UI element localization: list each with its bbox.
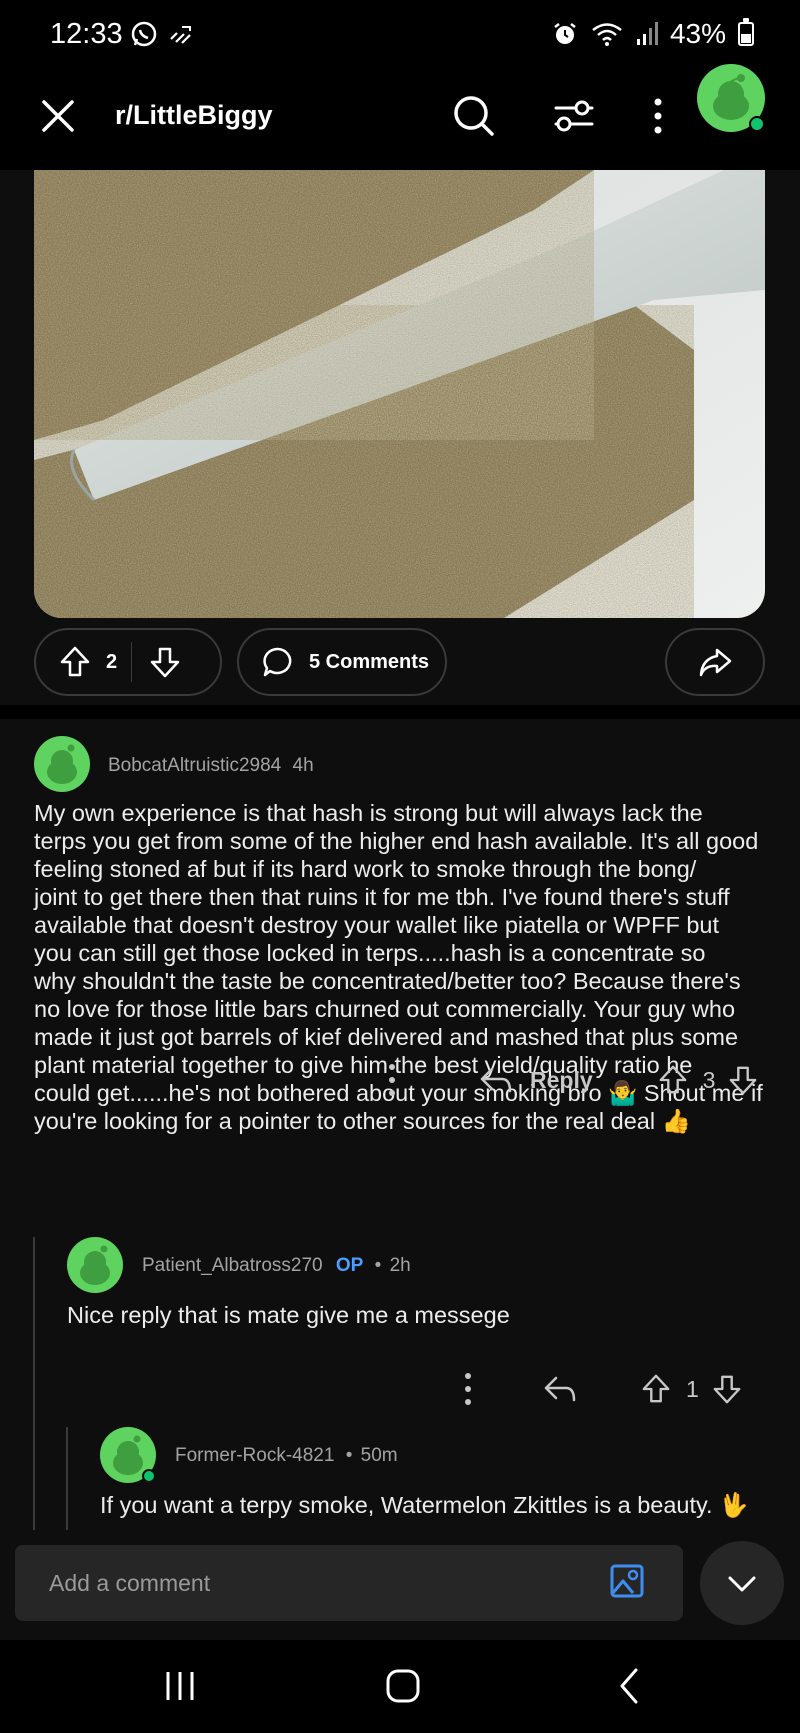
collapse-button[interactable] <box>700 1541 784 1625</box>
subreddit-header: r/LittleBiggy <box>0 70 800 170</box>
comment-line: you're looking for a pointer to other so… <box>34 1108 691 1134</box>
upvote-icon[interactable] <box>657 1063 689 1097</box>
search-icon[interactable] <box>450 92 498 140</box>
battery-icon <box>738 18 754 46</box>
avatar[interactable] <box>67 1237 123 1293</box>
meta-separator: • <box>345 1445 353 1466</box>
subreddit-title[interactable]: r/LittleBiggy <box>115 100 273 131</box>
comment-line: feeling stoned af but if its hard work t… <box>34 856 697 882</box>
comment-line: available that doesn't destroy your wall… <box>34 912 720 938</box>
comment: Former-Rock-4821 • 50m If you want a ter… <box>0 1427 800 1530</box>
post-action-row: 2 5 Comments <box>34 628 765 698</box>
op-badge: OP <box>335 1255 364 1276</box>
upvote-icon[interactable] <box>58 645 92 679</box>
avatar[interactable] <box>34 736 90 792</box>
more-icon[interactable] <box>456 1369 480 1409</box>
post-image[interactable] <box>34 170 765 618</box>
comment-line: made it just got barrels of kief deliver… <box>34 1024 739 1050</box>
comment-meta: BobcatAltruistic2984 4h <box>108 755 314 777</box>
downvote-icon[interactable] <box>711 1372 743 1406</box>
missed-call-icon <box>170 26 191 44</box>
wifi-icon <box>592 23 622 46</box>
section-divider <box>0 705 800 719</box>
reply-button[interactable]: Reply <box>530 1067 593 1094</box>
share-button[interactable] <box>665 628 765 696</box>
status-bar: 12:33 43% <box>0 0 800 70</box>
upvote-icon[interactable] <box>640 1372 672 1406</box>
comment-body: Nice reply that is mate give me a messeg… <box>67 1302 510 1328</box>
downvote-icon[interactable] <box>148 645 182 679</box>
comment-line: why shouldn't the taste be concentrated/… <box>34 968 741 994</box>
comment-meta: Patient_Albatross270 OP • 2h <box>142 1255 411 1277</box>
share-icon <box>699 648 732 677</box>
meta-separator: • <box>374 1255 382 1276</box>
user-avatar[interactable] <box>697 64 765 132</box>
battery-percent: 43% <box>669 18 726 49</box>
filter-icon[interactable] <box>550 92 598 140</box>
comment-time: 2h <box>389 1255 411 1276</box>
comments-label: 5 Comments <box>309 650 430 673</box>
comment-time: 50m <box>360 1445 398 1466</box>
comment-line: joint to get there then that ruins it fo… <box>34 884 730 910</box>
comment-body: If you want a terpy smoke, Watermelon Zk… <box>100 1492 749 1518</box>
whatsapp-icon <box>131 21 157 47</box>
comment-line: no love for those little bars churned ou… <box>34 996 736 1022</box>
reply-icon[interactable] <box>542 1372 578 1406</box>
comment: Patient_Albatross270 OP • 2h Nice reply … <box>0 1237 800 1407</box>
system-nav-bar <box>0 1640 800 1733</box>
post-area: 2 5 Comments <box>0 170 800 705</box>
comment-line: you can still get those locked in terps.… <box>34 940 706 966</box>
comment-actions: Reply 3 <box>380 1058 759 1102</box>
status-time: 12:33 <box>50 18 123 50</box>
reply-icon[interactable] <box>478 1063 514 1097</box>
comment-username[interactable]: Patient_Albatross270 <box>142 1255 323 1276</box>
comment-composer[interactable]: Add a comment <box>15 1545 683 1621</box>
comment-username[interactable]: Former-Rock-4821 <box>175 1445 334 1466</box>
online-indicator <box>142 1469 156 1483</box>
comment-line: My own experience is that hash is strong… <box>34 800 703 826</box>
online-indicator <box>749 116 765 132</box>
composer-placeholder: Add a comment <box>49 1570 211 1596</box>
recent-apps-icon[interactable] <box>160 1666 200 1706</box>
more-icon[interactable] <box>634 92 682 140</box>
comment-time: 4h <box>292 755 314 776</box>
vote-count: 1 <box>686 1375 699 1402</box>
comment-icon <box>263 647 292 677</box>
more-icon[interactable] <box>380 1060 404 1100</box>
chevron-down-icon <box>728 1576 756 1592</box>
close-icon[interactable] <box>36 94 80 138</box>
comment: BobcatAltruistic2984 4h My own experienc… <box>0 719 800 1219</box>
post-vote-count: 2 <box>106 650 118 673</box>
comments-button[interactable]: 5 Comments <box>237 628 447 696</box>
vote-count: 3 <box>702 1066 716 1093</box>
comment-line: terps you get from some of the higher en… <box>34 828 759 854</box>
comment-username[interactable]: BobcatAltruistic2984 <box>108 755 281 776</box>
post-vote-pill: 2 <box>34 628 222 696</box>
downvote-icon[interactable] <box>727 1063 759 1097</box>
signal-icon <box>636 22 658 45</box>
home-icon[interactable] <box>383 1666 423 1706</box>
image-upload-icon[interactable] <box>609 1563 645 1599</box>
comment-meta: Former-Rock-4821 • 50m <box>175 1445 398 1467</box>
comment-actions: 1 <box>456 1367 743 1411</box>
alarm-icon <box>554 23 576 44</box>
back-icon[interactable] <box>610 1666 650 1706</box>
